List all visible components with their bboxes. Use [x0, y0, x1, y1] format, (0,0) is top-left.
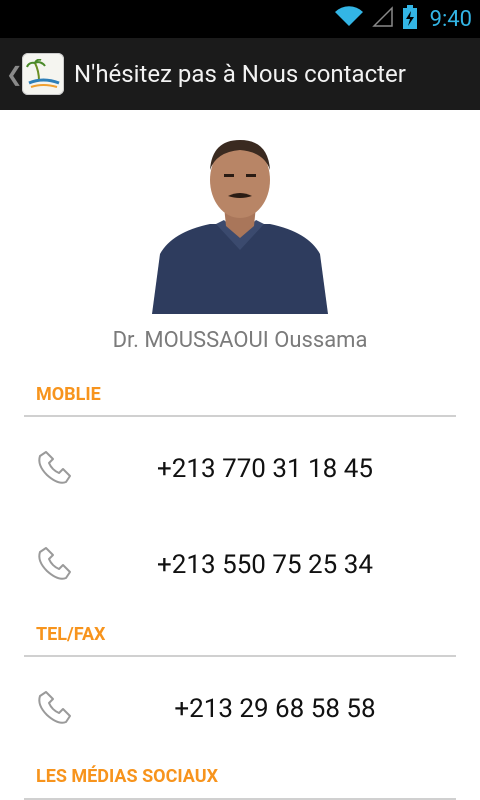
phone-row-mobile-1[interactable]: +213 770 31 18 45 — [0, 448, 480, 508]
battery-charging-icon — [402, 4, 418, 34]
phone-number[interactable]: +213 550 75 25 34 — [110, 550, 420, 580]
phone-row-mobile-2[interactable]: +213 550 75 25 34 — [0, 544, 480, 604]
avatar — [152, 134, 328, 314]
up-chevron-icon[interactable]: ❮ — [6, 62, 23, 86]
action-bar: ❮ N'hésitez pas à Nous contacter — [0, 38, 480, 110]
status-bar: 9:40 — [0, 0, 480, 38]
phone-icon[interactable] — [34, 448, 74, 488]
contact-name: Dr. MOUSSAOUI Oussama — [112, 328, 368, 353]
section-header-mobile: MOBLIE — [36, 384, 101, 405]
wifi-icon — [334, 6, 364, 32]
divider — [24, 655, 456, 657]
phone-number[interactable]: +213 29 68 58 58 — [120, 694, 430, 724]
phone-number[interactable]: +213 770 31 18 45 — [110, 454, 420, 484]
divider — [24, 415, 456, 417]
status-time: 9:40 — [429, 6, 472, 32]
section-header-social: LES MÉDIAS SOCIAUX — [36, 766, 219, 787]
signal-icon — [371, 6, 394, 32]
contact-content: Dr. MOUSSAOUI Oussama MOBLIE +213 770 31… — [0, 110, 480, 800]
page-title: N'hésitez pas à Nous contacter — [74, 60, 406, 88]
section-header-telfax: TEL/FAX — [36, 624, 106, 645]
phone-row-telfax[interactable]: +213 29 68 58 58 — [0, 688, 480, 748]
phone-icon[interactable] — [34, 544, 74, 584]
phone-icon[interactable] — [34, 688, 74, 728]
app-logo[interactable] — [22, 53, 64, 95]
